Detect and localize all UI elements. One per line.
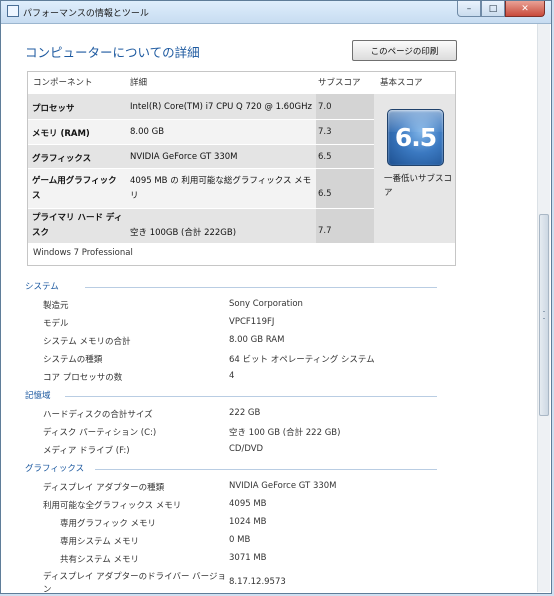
header-base-score: 基本スコア bbox=[380, 78, 423, 88]
minimize-button[interactable]: – bbox=[457, 1, 481, 17]
base-score-caption: 一番低いサブスコア bbox=[384, 174, 453, 198]
system-type-label: システムの種類 bbox=[43, 355, 103, 365]
system-model-label: モデル bbox=[43, 319, 69, 329]
subscore-cell: 6.5 bbox=[316, 145, 374, 168]
content-area: コンピューターについての詳細 このページの印刷 コンポーネント 詳細 サブスコア… bbox=[2, 24, 537, 592]
component-details: Intel(R) Core(TM) i7 CPU Q 720 @ 1.60GHz bbox=[130, 102, 312, 112]
graphics-total-memory-label: 利用可能な全グラフィックス メモリ bbox=[43, 501, 182, 511]
graphics-shared-memory-value: 3071 MB bbox=[229, 553, 267, 563]
system-model-value: VPCF119FJ bbox=[229, 317, 275, 327]
graphics-dedicated-memory-value: 1024 MB bbox=[229, 517, 267, 527]
close-button[interactable]: ✕ bbox=[505, 1, 545, 17]
maximize-button[interactable]: □ bbox=[481, 1, 505, 17]
storage-disk-size-value: 222 GB bbox=[229, 408, 261, 418]
subscore-value: 7.3 bbox=[318, 127, 332, 137]
graphics-dedicated-memory-label: 専用グラフィック メモリ bbox=[60, 519, 157, 529]
graphics-dedicated-system-memory-label: 専用システム メモリ bbox=[60, 537, 139, 547]
subscore-value: 6.5 bbox=[318, 189, 332, 199]
subscore-cell: 6.5 bbox=[316, 169, 374, 208]
graphics-driver-version-value: 8.17.12.9573 bbox=[229, 577, 286, 587]
print-page-button[interactable]: このページの印刷 bbox=[352, 40, 457, 61]
section-graphics: グラフィックス bbox=[25, 462, 437, 476]
storage-media-drive-value: CD/DVD bbox=[229, 444, 264, 454]
system-type-value: 64 ビット オペレーティング システム bbox=[229, 355, 375, 365]
storage-disk-size-label: ハードディスクの合計サイズ bbox=[43, 410, 153, 420]
system-cores-label: コア プロセッサの数 bbox=[43, 373, 123, 383]
system-cores-value: 4 bbox=[229, 371, 235, 381]
base-score-badge: 6.5 bbox=[387, 109, 444, 166]
subscore-value: 6.5 bbox=[318, 152, 332, 162]
section-divider bbox=[65, 396, 437, 397]
component-name: ゲーム用グラフィックス bbox=[32, 176, 117, 201]
vertical-scrollbar[interactable] bbox=[537, 24, 550, 592]
subscore-cell: 7.0 bbox=[316, 94, 374, 119]
title-bar[interactable]: パフォーマンスの情報とツール – □ ✕ bbox=[1, 1, 551, 24]
system-memory-value: 8.00 GB RAM bbox=[229, 335, 285, 345]
graphics-total-memory-value: 4095 MB bbox=[229, 499, 267, 509]
header-subscore: サブスコア bbox=[318, 78, 361, 88]
graphics-dedicated-system-memory-value: 0 MB bbox=[229, 535, 251, 545]
score-table: コンポーネント 詳細 サブスコア 基本スコア プロセッサ Intel(R) Co… bbox=[27, 71, 456, 266]
component-name: メモリ (RAM) bbox=[32, 129, 90, 139]
storage-partition-value: 空き 100 GB (合計 222 GB) bbox=[229, 428, 341, 438]
section-divider bbox=[95, 469, 437, 470]
section-system: システム bbox=[25, 280, 437, 294]
section-title: システム bbox=[25, 282, 59, 292]
score-row-graphics: グラフィックス NVIDIA GeForce GT 330M 6.5 bbox=[28, 145, 374, 168]
performance-info-window: パフォーマンスの情報とツール – □ ✕ コンピューターについての詳細 このペー… bbox=[0, 0, 552, 594]
component-details: 4095 MB の 利用可能な総グラフィックス メモリ bbox=[130, 176, 312, 201]
section-title: 記憶域 bbox=[25, 391, 51, 401]
subscore-cell: 7.7 bbox=[316, 209, 374, 243]
subscore-cell: 7.3 bbox=[316, 120, 374, 144]
section-divider bbox=[85, 287, 437, 288]
component-name: プライマリ ハード ディスク bbox=[32, 213, 123, 238]
storage-partition-label: ディスク パーティション (C:) bbox=[43, 428, 157, 438]
system-manufacturer-value: Sony Corporation bbox=[229, 299, 303, 309]
close-icon: ✕ bbox=[521, 3, 529, 14]
header-component: コンポーネント bbox=[33, 78, 93, 88]
system-manufacturer-label: 製造元 bbox=[43, 301, 69, 311]
score-row-processor: プロセッサ Intel(R) Core(TM) i7 CPU Q 720 @ 1… bbox=[28, 94, 374, 119]
subscore-value: 7.0 bbox=[318, 102, 332, 112]
section-title: グラフィックス bbox=[25, 464, 85, 474]
component-details: 空き 100GB (合計 222GB) bbox=[130, 228, 237, 238]
minimize-icon: – bbox=[466, 3, 472, 14]
app-icon bbox=[7, 5, 19, 17]
graphics-adapter-value: NVIDIA GeForce GT 330M bbox=[229, 481, 337, 491]
component-details: 8.00 GB bbox=[130, 127, 165, 137]
base-score-panel: 6.5 一番低いサブスコア bbox=[374, 94, 455, 243]
storage-media-drive-label: メディア ドライブ (F:) bbox=[43, 446, 130, 456]
scrollbar-thumb[interactable] bbox=[539, 214, 549, 416]
window-title: パフォーマンスの情報とツール bbox=[23, 9, 149, 19]
graphics-adapter-label: ディスプレイ アダプターの種類 bbox=[43, 483, 165, 493]
graphics-driver-version-label: ディスプレイ アダプターのドライバー バージョン bbox=[43, 572, 226, 592]
subscore-value: 7.7 bbox=[318, 226, 332, 236]
component-name: プロセッサ bbox=[32, 104, 75, 114]
maximize-icon: □ bbox=[488, 3, 498, 14]
section-storage: 記憶域 bbox=[25, 389, 437, 403]
header-details: 詳細 bbox=[130, 78, 148, 88]
component-details: NVIDIA GeForce GT 330M bbox=[130, 152, 238, 162]
page-title: コンピューターについての詳細 bbox=[25, 45, 200, 60]
score-row-gaming-graphics: ゲーム用グラフィックス 4095 MB の 利用可能な総グラフィックス メモリ … bbox=[28, 169, 374, 208]
component-name: グラフィックス bbox=[32, 154, 92, 164]
score-row-memory: メモリ (RAM) 8.00 GB 7.3 bbox=[28, 120, 374, 144]
score-row-hard-disk: プライマリ ハード ディスク 空き 100GB (合計 222GB) 7.7 bbox=[28, 209, 374, 243]
window-controls: – □ ✕ bbox=[457, 1, 545, 17]
scrollbar-grip-icon bbox=[543, 311, 545, 319]
base-score-value: 6.5 bbox=[394, 123, 437, 152]
system-memory-label: システム メモリの合計 bbox=[43, 337, 131, 347]
graphics-shared-memory-label: 共有システム メモリ bbox=[60, 555, 139, 565]
os-edition: Windows 7 Professional bbox=[33, 248, 133, 258]
